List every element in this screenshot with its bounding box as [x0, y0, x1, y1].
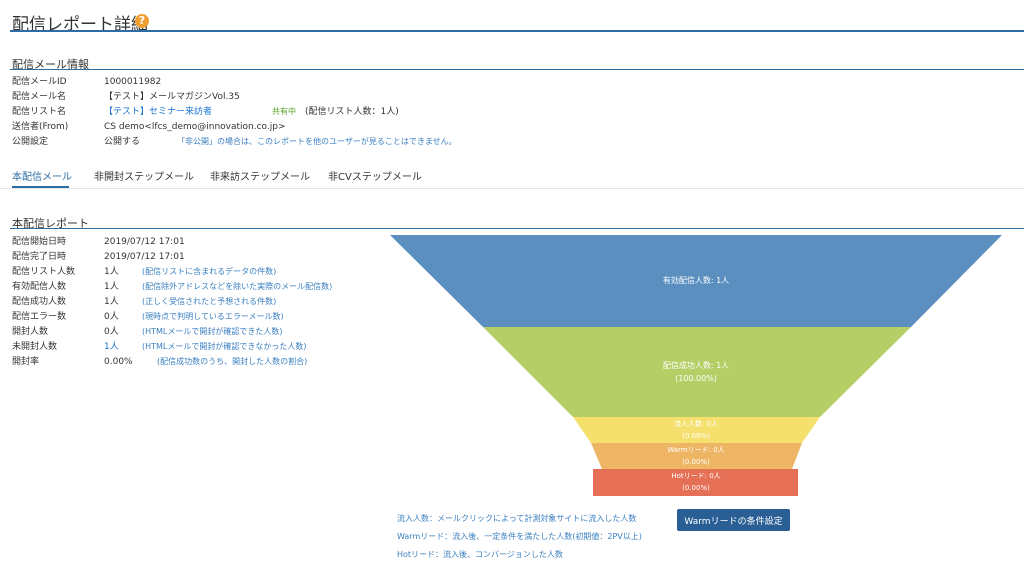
- row-value: 1人: [104, 297, 119, 307]
- tab-unopened-step[interactable]: 非開封ステップメール: [94, 168, 194, 183]
- row-label: 開封人数: [12, 327, 49, 337]
- row-label: 配信開始日時: [12, 237, 67, 247]
- visibility-note: 「非公開」の場合は、このレポートを他のユーザーが見ることはできません。: [177, 137, 457, 146]
- row-label: 未開封人数: [12, 342, 58, 352]
- list-name-link[interactable]: 【テスト】セミナー来訪者: [104, 105, 212, 119]
- funnel-pct-inflow: (0.00%): [682, 432, 710, 440]
- row-label: 配信完了日時: [12, 252, 67, 262]
- funnel-pct-warm: (0.00%): [682, 458, 710, 466]
- row-note: (正しく受信されたと予想される件数): [142, 297, 277, 306]
- row-note: (配信リストに含まれるデータの件数): [142, 267, 277, 276]
- report-rule: [10, 228, 1024, 229]
- tab-main-mail[interactable]: 本配信メール: [12, 168, 72, 183]
- funnel-label-inflow: 流入人数: 0人: [674, 419, 718, 428]
- unopened-count-link[interactable]: 1人: [104, 340, 119, 354]
- row-note: (HTMLメールで開封が確認できた人数): [142, 327, 283, 336]
- row-value: 1人: [104, 267, 119, 277]
- row-label: 送信者(From): [12, 122, 69, 132]
- row-value: 0人: [104, 327, 119, 337]
- row-value: 2019/07/12 17:01: [104, 237, 185, 247]
- funnel-stage-success: [483, 327, 911, 417]
- row-value: CS demo<lfcs_demo@innovation.co.jp>: [104, 122, 286, 132]
- tab-bar: 本配信メール 非開封ステップメール 非来訪ステップメール 非CVステップメール: [0, 160, 1024, 189]
- row-note: (配信除外アドレスなどを除いた実際のメール配信数): [142, 282, 333, 291]
- legend-warm: Warmリード：流入後、一定条件を満たした人数(初期値：2PV以上): [397, 532, 642, 541]
- row-value: 1人: [104, 282, 119, 292]
- funnel-chart: 有効配信人数: 1人 配信成功人数: 1人 (100.00%) 流入人数: 0人…: [390, 235, 1002, 496]
- row-value: 0人: [104, 312, 119, 322]
- row-value: 1000011982: [104, 77, 162, 87]
- help-icon[interactable]: ?: [135, 14, 149, 28]
- row-label: 配信メールID: [12, 77, 67, 87]
- row-note: (配信成功数のうち、開封した人数の割合): [157, 357, 308, 366]
- row-label: 配信メール名: [12, 92, 67, 102]
- row-note: (HTMLメールで開封が確認できなかった人数): [142, 342, 307, 351]
- row-value: 0.00%: [104, 357, 133, 367]
- row-value: 公開する: [104, 137, 141, 147]
- row-value: 【テスト】メールマガジンVol.35: [104, 92, 240, 102]
- funnel-label-hot: Hotリード: 0人: [671, 472, 720, 480]
- row-label: 配信成功人数: [12, 297, 67, 307]
- row-label: 公開設定: [12, 137, 49, 147]
- legend-inflow: 流入人数：メールクリックによって計測対象サイトに流入した人数: [397, 514, 637, 523]
- warm-lead-settings-button[interactable]: Warmリードの条件設定: [677, 509, 790, 531]
- row-label: 配信リスト名: [12, 107, 67, 117]
- row-label: 配信リスト人数: [12, 267, 76, 277]
- row-label: 開封率: [12, 357, 40, 367]
- tab-non-cv-step[interactable]: 非CVステップメール: [328, 168, 422, 183]
- legend-hot: Hotリード：流入後、コンバージョンした人数: [397, 550, 563, 559]
- funnel-pct-hot: (0.00%): [682, 484, 710, 492]
- mail-info-rule: [10, 69, 1024, 70]
- tab-unvisited-step[interactable]: 非来訪ステップメール: [210, 168, 310, 183]
- row-label: 有効配信人数: [12, 282, 67, 292]
- funnel-label-success: 配信成功人数: 1人: [663, 360, 729, 370]
- row-value: 2019/07/12 17:01: [104, 252, 185, 262]
- title-rule: [10, 30, 1024, 32]
- shared-badge: 共有中: [272, 107, 296, 116]
- funnel-pct-success: (100.00%): [675, 374, 717, 383]
- funnel-label-warm: Warmリード: 0人: [667, 446, 724, 454]
- list-count-note: (配信リスト人数：1人): [305, 107, 399, 117]
- row-note: (現時点で判明しているエラーメール数): [142, 312, 284, 321]
- row-label: 配信エラー数: [12, 312, 67, 322]
- active-tab-indicator: [12, 186, 69, 188]
- funnel-label-effective: 有効配信人数: 1人: [663, 275, 729, 285]
